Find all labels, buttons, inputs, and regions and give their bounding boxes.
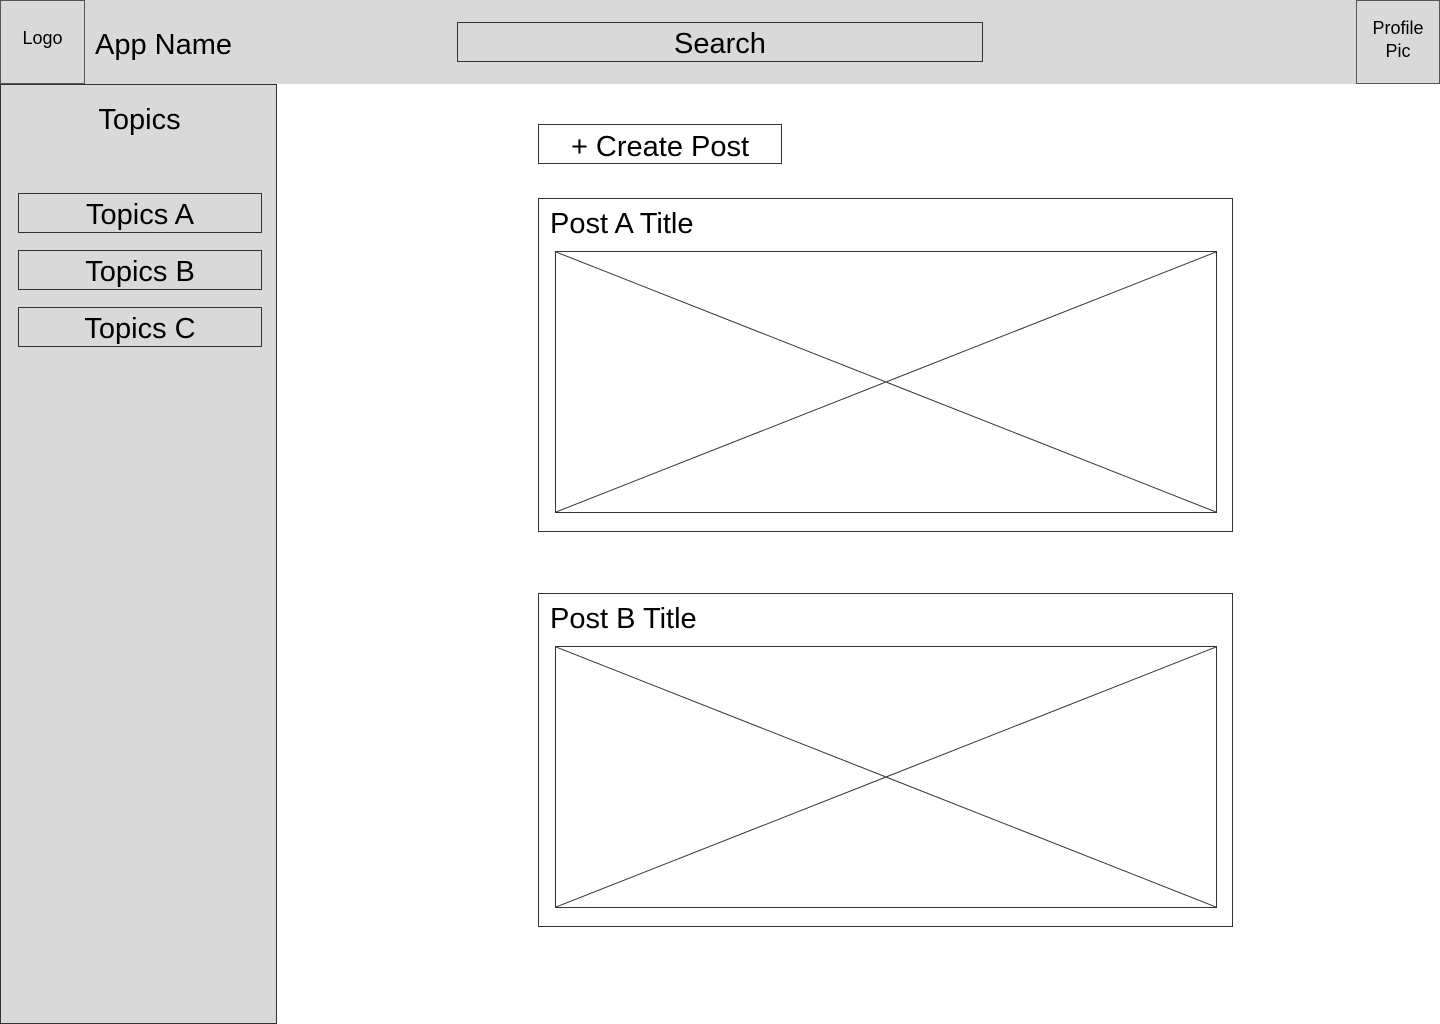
- sidebar-item-topics-c[interactable]: Topics C: [18, 307, 262, 347]
- topics-sidebar: Topics Topics A Topics B Topics C: [0, 84, 277, 1024]
- profile-label-line1: Profile: [1372, 18, 1424, 38]
- profile-label-line2: Pic: [1385, 41, 1411, 61]
- post-card-b[interactable]: Post B Title: [538, 593, 1233, 927]
- app-name: App Name: [95, 29, 233, 61]
- create-post-label: + Create Post: [570, 130, 750, 163]
- sidebar-item-label: Topics C: [84, 312, 196, 345]
- sidebar-item-label: Topics B: [85, 255, 195, 288]
- image-placeholder-icon: [556, 647, 1216, 907]
- sidebar-item-topics-a[interactable]: Topics A: [18, 193, 262, 233]
- profile-label: Profile Pic: [1372, 17, 1423, 63]
- app-logo[interactable]: Logo: [0, 0, 85, 84]
- sidebar-title: Topics: [98, 104, 181, 136]
- post-title[interactable]: Post A Title: [550, 207, 693, 241]
- create-post-button[interactable]: + Create Post: [538, 124, 782, 164]
- post-card-a[interactable]: Post A Title: [538, 198, 1233, 532]
- post-title[interactable]: Post B Title: [550, 602, 697, 636]
- sidebar-item-label: Topics A: [86, 198, 194, 231]
- sidebar-item-topics-b[interactable]: Topics B: [18, 250, 262, 290]
- post-image-placeholder[interactable]: [555, 646, 1217, 908]
- image-placeholder-icon: [556, 252, 1216, 512]
- search-placeholder: Search: [674, 27, 766, 60]
- profile-pic-button[interactable]: Profile Pic: [1356, 0, 1440, 84]
- post-image-placeholder[interactable]: [555, 251, 1217, 513]
- top-bar: Logo App Name Search Profile Pic: [0, 0, 1440, 84]
- search-input[interactable]: Search: [457, 22, 983, 62]
- logo-label: Logo: [22, 27, 63, 48]
